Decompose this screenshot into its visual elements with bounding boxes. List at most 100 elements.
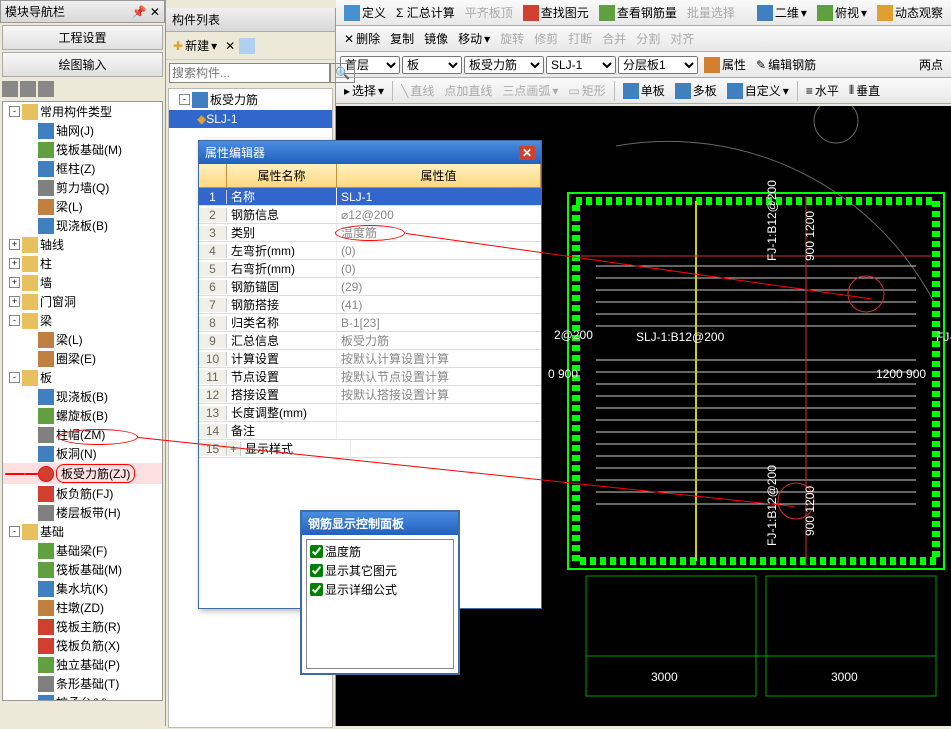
prop-row[interactable]: 7钢筋搭接(41) — [199, 296, 541, 314]
sect-project[interactable]: 工程设置 — [2, 25, 163, 50]
tree-node[interactable]: 螺旋板(B) — [3, 406, 162, 425]
tree-node[interactable]: -常用构件类型 — [3, 102, 162, 121]
prop-row[interactable]: 5右弯折(mm)(0) — [199, 260, 541, 278]
tree-node[interactable]: 独立基础(P) — [3, 655, 162, 674]
prop-title-bar[interactable]: 属性编辑器 ✕ — [199, 141, 541, 164]
btn-edit-rebar[interactable]: ✎ 编辑钢筋 — [752, 54, 820, 75]
tree-node[interactable]: -基础 — [3, 522, 162, 541]
prop-row[interactable]: 8归类名称B-1[23] — [199, 314, 541, 332]
tree-node[interactable]: +门窗洞 — [3, 292, 162, 311]
tree-node[interactable]: -板 — [3, 368, 162, 387]
tree-node[interactable]: 框柱(Z) — [3, 159, 162, 178]
dd-layer[interactable]: 分层板1 — [618, 56, 698, 74]
tree-node[interactable]: 集水坑(K) — [3, 579, 162, 598]
btn-top-view[interactable]: 俯视 ▾ — [813, 2, 871, 23]
prop-row[interactable]: 4左弯折(mm)(0) — [199, 242, 541, 260]
tree-node[interactable]: 筏板主筋(R) — [3, 617, 162, 636]
prop-row[interactable]: 13长度调整(mm) — [199, 404, 541, 422]
ctrl-checkbox-item[interactable]: 显示其它图元 — [309, 561, 451, 580]
prop-row[interactable]: 15+显示样式 — [199, 440, 541, 458]
btn-two-point[interactable]: 两点 — [915, 54, 947, 75]
mid-tree-node[interactable]: - 板受力筋 — [169, 89, 332, 110]
tree-node[interactable]: 柱墩(ZD) — [3, 598, 162, 617]
btn-horiz[interactable]: ≡ 水平 — [802, 80, 843, 101]
tree-node[interactable]: +轴线 — [3, 235, 162, 254]
tree-node[interactable]: 筏板负筋(X) — [3, 636, 162, 655]
prop-row[interactable]: 14备注 — [199, 422, 541, 440]
tree-node[interactable]: 板受力筋(ZJ) — [3, 463, 162, 484]
tree-node[interactable]: 桩承台(V) — [3, 693, 162, 701]
btn-new[interactable]: ✚ 新建 ▾ — [169, 35, 221, 56]
tree-node[interactable]: 圈梁(E) — [3, 349, 162, 368]
btn-del-mid[interactable]: ✕ — [225, 39, 235, 53]
btn-align-slab[interactable]: 平齐板顶 — [461, 2, 517, 23]
sect-draw[interactable]: 绘图输入 — [2, 52, 163, 77]
btn-trim[interactable]: 修剪 — [530, 28, 562, 49]
tree-node[interactable]: 板洞(N) — [3, 444, 162, 463]
nav-fwd-icon[interactable] — [20, 81, 36, 97]
nav-up-icon[interactable] — [38, 81, 54, 97]
search-input[interactable] — [169, 63, 330, 83]
ctrl-title[interactable]: 钢筋显示控制面板 — [302, 512, 458, 535]
btn-2d[interactable]: 二维 ▾ — [753, 2, 811, 23]
prop-row[interactable]: 11节点设置按默认节点设置计算 — [199, 368, 541, 386]
prop-row[interactable]: 2钢筋信息⌀12@200 — [199, 206, 541, 224]
btn-copy[interactable]: 复制 — [386, 28, 418, 49]
tree-node[interactable]: 现浇板(B) — [3, 216, 162, 235]
btn-move[interactable]: 移动 ▾ — [454, 28, 494, 49]
tree-node[interactable]: 现浇板(B) — [3, 387, 162, 406]
component-tree[interactable]: -常用构件类型轴网(J)筏板基础(M)框柱(Z)剪力墙(Q)梁(L)现浇板(B)… — [2, 101, 163, 701]
btn-custom[interactable]: 自定义 ▾ — [723, 80, 793, 101]
btn-view-rebar[interactable]: 查看钢筋量 — [595, 2, 681, 23]
btn-multi-slab[interactable]: 多板 — [671, 80, 721, 101]
prop-row[interactable]: 12搭接设置按默认搭接设置计算 — [199, 386, 541, 404]
tree-node[interactable]: 梁(L) — [3, 197, 162, 216]
nav-back-icon[interactable] — [2, 81, 18, 97]
btn-orbit[interactable]: 动态观察 — [873, 2, 947, 23]
btn-copy-mid[interactable] — [239, 38, 255, 54]
btn-rect[interactable]: ▭ 矩形 — [564, 80, 609, 101]
ctrl-checkbox-item[interactable]: 温度筋 — [309, 542, 451, 561]
tree-node[interactable]: 基础梁(F) — [3, 541, 162, 560]
tree-node[interactable]: 筏板基础(M) — [3, 560, 162, 579]
btn-polyline[interactable]: 点加直线 — [440, 80, 496, 101]
btn-select[interactable]: ▸ 选择 ▾ — [340, 80, 388, 101]
tree-node[interactable]: 筏板基础(M) — [3, 140, 162, 159]
prop-row[interactable]: 1名称SLJ-1 — [199, 188, 541, 206]
tree-node[interactable]: 板负筋(FJ) — [3, 484, 162, 503]
search-icon[interactable]: 🔍 — [330, 63, 355, 83]
tree-node[interactable]: +柱 — [3, 254, 162, 273]
btn-find[interactable]: 查找图元 — [519, 2, 593, 23]
btn-sum[interactable]: Σ 汇总计算 — [392, 2, 459, 23]
tree-node[interactable]: +墙 — [3, 273, 162, 292]
btn-mirror[interactable]: 镜像 — [420, 28, 452, 49]
pin-icon[interactable]: 📌 ✕ — [132, 5, 160, 19]
prop-row[interactable]: 10计算设置按默认计算设置计算 — [199, 350, 541, 368]
btn-arc[interactable]: 三点画弧 ▾ — [498, 80, 562, 101]
dd-member[interactable]: SLJ-1 — [546, 56, 616, 74]
btn-define[interactable]: 定义 — [340, 2, 390, 23]
btn-batch[interactable]: 批量选择 — [683, 2, 739, 23]
prop-grid[interactable]: 1名称SLJ-12钢筋信息⌀12@2003类别温度筋4左弯折(mm)(0)5右弯… — [199, 188, 541, 458]
btn-single-slab[interactable]: 单板 — [619, 80, 669, 101]
close-icon[interactable]: ✕ — [519, 146, 535, 160]
tree-node[interactable]: 条形基础(T) — [3, 674, 162, 693]
btn-merge[interactable]: 合并 — [598, 28, 630, 49]
btn-align[interactable]: 对齐 — [666, 28, 698, 49]
tree-node[interactable]: 轴网(J) — [3, 121, 162, 140]
btn-delete[interactable]: ✕ 删除 — [340, 28, 384, 49]
btn-vert[interactable]: ⦀ 垂直 — [845, 80, 884, 101]
tree-node[interactable]: 梁(L) — [3, 330, 162, 349]
tree-node[interactable]: 楼层板带(H) — [3, 503, 162, 522]
ctrl-checkbox-item[interactable]: 显示详细公式 — [309, 580, 451, 599]
prop-row[interactable]: 9汇总信息板受力筋 — [199, 332, 541, 350]
tree-node[interactable]: 剪力墙(Q) — [3, 178, 162, 197]
dd-type[interactable]: 板受力筋 — [464, 56, 544, 74]
btn-rotate[interactable]: 旋转 — [496, 28, 528, 49]
tree-node[interactable]: 柱帽(ZM) — [3, 425, 162, 444]
dd-cat[interactable]: 板 — [402, 56, 462, 74]
btn-line[interactable]: ╲ 直线 — [397, 80, 438, 101]
btn-prop[interactable]: 属性 — [700, 54, 750, 75]
prop-row[interactable]: 3类别温度筋 — [199, 224, 541, 242]
btn-break[interactable]: 打断 — [564, 28, 596, 49]
